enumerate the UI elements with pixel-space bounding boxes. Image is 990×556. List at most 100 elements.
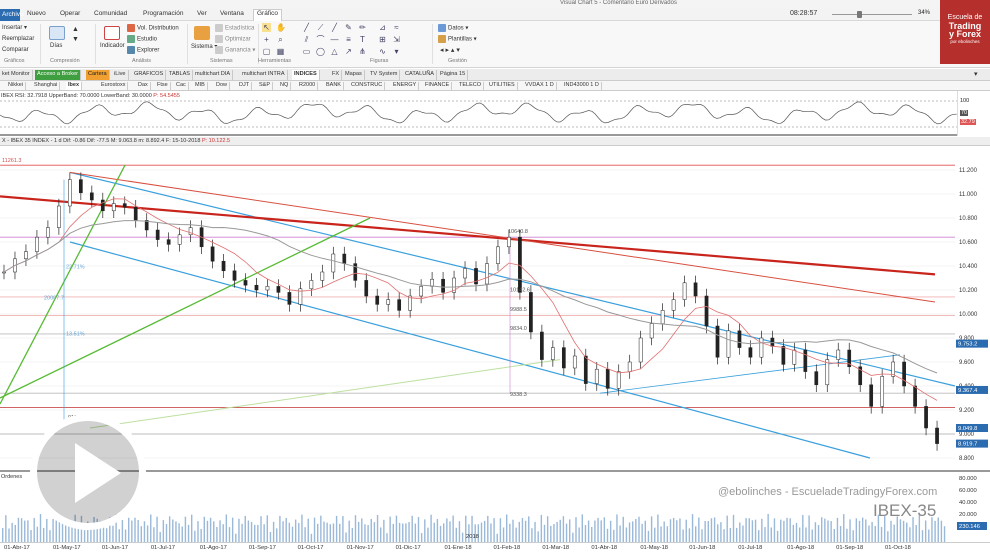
- tabbar-menu-icon[interactable]: ▾: [974, 70, 978, 78]
- select-icon[interactable]: ▢: [262, 47, 271, 56]
- play-button[interactable]: [30, 414, 146, 530]
- vol-distribution-button[interactable]: Vol. Distribution: [127, 24, 179, 32]
- tab-indices[interactable]: INDICES: [292, 70, 320, 80]
- tab-multichart-dia[interactable]: multichart DIA: [193, 70, 234, 80]
- symbol-tab[interactable]: Eurostoxx: [99, 82, 129, 90]
- menu-item-comunidad[interactable]: Comunidad: [94, 10, 127, 17]
- insertar-button[interactable]: Insertar ▾: [2, 24, 27, 31]
- indicator-icon[interactable]: [104, 26, 120, 40]
- symbol-tab[interactable]: UTILITIES: [487, 82, 518, 90]
- tab-ilive[interactable]: iLive: [112, 70, 129, 80]
- estadistica-button[interactable]: Estadística: [215, 24, 254, 32]
- candle-body: [529, 292, 533, 333]
- optimizar-button[interactable]: Optimizar: [215, 35, 251, 43]
- fan-tool-icon[interactable]: ✎: [344, 23, 353, 32]
- compresion-dias-button[interactable]: Días: [50, 43, 62, 49]
- pencil-icon[interactable]: ✏: [358, 23, 367, 32]
- system-icon[interactable]: [194, 26, 210, 40]
- symbol-tab[interactable]: IND43000 1 D: [562, 82, 602, 90]
- grid-icon[interactable]: ▦: [276, 47, 285, 56]
- zoom-slider-track[interactable]: [832, 14, 912, 15]
- symbol-tab[interactable]: Dow: [214, 82, 231, 90]
- sistema-button[interactable]: Sistema ▾: [191, 43, 217, 50]
- more-tools-icon[interactable]: ▾: [392, 47, 401, 56]
- rect-tool-icon[interactable]: ▭: [302, 47, 311, 56]
- gestion-nav-icon[interactable]: ◂ ▸ ▴ ▾: [440, 46, 460, 54]
- text-tool-icon[interactable]: T: [358, 35, 367, 44]
- tab-tablas[interactable]: TABLAS: [167, 70, 194, 80]
- symbol-tab[interactable]: R2000: [297, 82, 319, 90]
- triangle-tool-icon[interactable]: △: [330, 47, 339, 56]
- price-chart-svg[interactable]: 11.200 11.000 10.800 10.600 10.400 10.200 10.0…: [0, 146, 990, 470]
- symbol-tab[interactable]: VVDAX 1 D: [523, 82, 557, 90]
- menu-item-programacion[interactable]: Programación: [143, 10, 183, 17]
- measure-icon[interactable]: ⇲: [392, 35, 401, 44]
- fib-tool-icon[interactable]: ≡: [344, 35, 353, 44]
- zoom-icon[interactable]: ⌕: [276, 35, 285, 44]
- line-tool-icon[interactable]: ╱: [302, 23, 311, 32]
- trend-tool-icon[interactable]: ⟋: [316, 23, 325, 32]
- arrow-tool-icon[interactable]: ↗: [344, 47, 353, 56]
- tab-multichart-intra[interactable]: multichart INTRA: [240, 70, 288, 80]
- estudio-button[interactable]: Estudio: [127, 35, 157, 43]
- symbol-tab[interactable]: NQ: [278, 82, 292, 90]
- tab-cartera[interactable]: Cartera: [86, 70, 110, 80]
- volume-panel[interactable]: 80.000 60.000 40.000 20.000 230.146 Ordenes: [0, 470, 990, 542]
- symbol-tab[interactable]: Cac: [174, 82, 189, 90]
- fork-tool-icon[interactable]: ⋔: [358, 47, 367, 56]
- tab-tv-system[interactable]: TV System: [368, 70, 401, 80]
- symbol-tab[interactable]: Ibex: [66, 82, 83, 90]
- symbol-tab[interactable]: S&P: [257, 82, 274, 90]
- menu-item-grafico[interactable]: Gráfico: [253, 9, 282, 21]
- tab-mapas[interactable]: Mapas: [343, 70, 365, 80]
- menu-item-ver[interactable]: Ver: [197, 10, 207, 17]
- gann-icon[interactable]: ⊞: [378, 35, 387, 44]
- tab-pagina-15[interactable]: Página 15: [438, 70, 469, 80]
- symbol-tab[interactable]: Shanghai: [32, 82, 61, 90]
- menu-file[interactable]: Archivo: [0, 9, 24, 21]
- symbol-tab[interactable]: MIB: [193, 82, 208, 90]
- symbol-tab[interactable]: CONSTRUC: [349, 82, 386, 90]
- ellipse-tool-icon[interactable]: ◯: [316, 47, 325, 56]
- crosshair-icon[interactable]: +: [262, 35, 271, 44]
- ray-tool-icon[interactable]: ╱: [330, 23, 339, 32]
- ganancia-button[interactable]: Ganancia ▾: [215, 46, 255, 54]
- compresion-arrow-down-icon[interactable]: ▼: [72, 36, 79, 43]
- symbol-tab[interactable]: Dax: [136, 82, 151, 90]
- plantillas-button[interactable]: Plantillas ▾: [438, 35, 477, 43]
- cycle-icon[interactable]: ∿: [378, 47, 387, 56]
- indicador-button[interactable]: Indicador: [100, 43, 125, 49]
- hand-icon[interactable]: ✋: [276, 23, 286, 32]
- hline-tool-icon[interactable]: —: [330, 35, 339, 44]
- symbol-tab[interactable]: BANK: [324, 82, 344, 90]
- calendar-icon[interactable]: [49, 26, 65, 40]
- menu-item-ventana[interactable]: Ventana: [220, 10, 244, 17]
- symbol-tab[interactable]: FINANCE: [423, 82, 453, 90]
- price-chart[interactable]: 11.200 11.000 10.800 10.600 10.400 10.200 10.0…: [0, 146, 990, 470]
- measure-label: 20087.7: [44, 296, 64, 302]
- tab-fx[interactable]: FX: [330, 70, 343, 80]
- explorer-button[interactable]: Explorer: [127, 46, 159, 54]
- tab-market-monitor[interactable]: ket Monitor: [0, 70, 33, 80]
- menu-item-operar[interactable]: Operar: [60, 10, 80, 17]
- wave-tool-icon[interactable]: ≈: [392, 23, 401, 32]
- compresion-arrow-icon[interactable]: ▲: [72, 26, 79, 33]
- menu-item-nuevo[interactable]: Nuevo: [27, 10, 46, 17]
- rsi-panel[interactable]: IBEX RSI: 32.7918 UpperBand: 70.0000 Low…: [0, 91, 990, 136]
- fib-fan-icon[interactable]: ⊿: [378, 23, 387, 32]
- pointer-icon[interactable]: ↖: [262, 23, 271, 32]
- symbol-tab[interactable]: ENERGY: [391, 82, 420, 90]
- reemplazar-button[interactable]: Reemplazar: [2, 36, 34, 42]
- zoom-slider-knob[interactable]: [857, 11, 862, 18]
- arc-tool-icon[interactable]: ⌒: [316, 35, 325, 44]
- tab-cataluna[interactable]: CATALUÑA: [403, 70, 438, 80]
- symbol-tab[interactable]: TELECO: [457, 82, 485, 90]
- comparar-button[interactable]: Comparar: [2, 47, 29, 53]
- tab-acceso-broker[interactable]: Acceso a Broker: [35, 70, 82, 80]
- symbol-tab[interactable]: Ftse: [155, 82, 171, 90]
- tab-graficos[interactable]: GRAFICOS: [132, 70, 167, 80]
- symbol-tab[interactable]: DJT: [237, 82, 253, 90]
- symbol-tab[interactable]: Nikkei: [6, 82, 26, 90]
- datos-button[interactable]: Datos ▾: [438, 24, 468, 32]
- channel-tool-icon[interactable]: ⫽: [302, 35, 311, 44]
